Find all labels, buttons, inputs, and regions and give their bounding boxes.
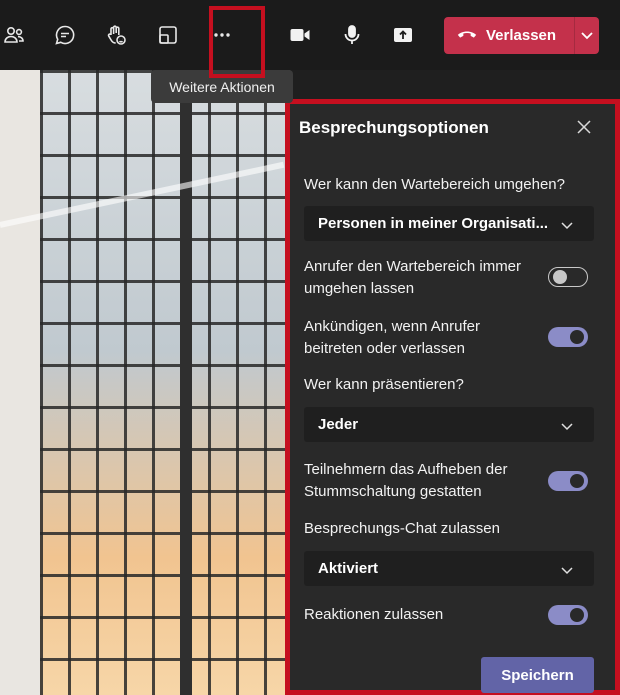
callers-bypass-line2: umgehen lassen: [304, 280, 415, 297]
meeting-toolbar: Verlassen: [0, 0, 620, 70]
lobby-bypass-label: Wer kann den Wartebereich umgehen?: [304, 176, 565, 193]
save-button[interactable]: Speichern: [481, 657, 594, 693]
chevron-down-icon: [560, 418, 574, 435]
chat-value: Aktiviert: [318, 560, 379, 577]
share-icon[interactable]: [386, 18, 420, 52]
announce-line2: beitreten oder verlassen: [304, 340, 465, 357]
toggle-knob: [570, 474, 584, 488]
chat-dropdown[interactable]: Aktiviert: [304, 551, 594, 586]
reactions-label: Reaktionen zulassen: [304, 606, 444, 623]
chat-label: Besprechungs-Chat zulassen: [304, 520, 500, 537]
chevron-down-icon: [560, 562, 574, 579]
unmute-toggle[interactable]: [548, 471, 588, 491]
more-actions-highlight: [209, 6, 265, 78]
microphone-icon[interactable]: [335, 18, 369, 52]
hang-up-icon: [456, 27, 478, 45]
meeting-options-panel: Besprechungsoptionen Wer kann den Warteb…: [285, 99, 620, 695]
camera-icon[interactable]: [283, 18, 317, 52]
callers-bypass-toggle[interactable]: [548, 267, 588, 287]
unmute-line2: Stummschaltung gestatten: [304, 483, 482, 500]
toggle-knob: [570, 608, 584, 622]
video-background: [0, 70, 290, 695]
lobby-bypass-dropdown[interactable]: Personen in meiner Organisati...: [304, 206, 594, 241]
panel-title: Besprechungsoptionen: [299, 118, 489, 137]
lobby-bypass-value: Personen in meiner Organisati...: [318, 215, 549, 232]
window-grid: [40, 70, 290, 695]
chevron-down-icon: [560, 217, 574, 234]
leave-main-button[interactable]: Verlassen: [444, 17, 574, 54]
participants-icon[interactable]: [0, 18, 31, 52]
unmute-line1: Teilnehmern das Aufheben der: [304, 461, 508, 478]
rooms-icon[interactable]: [151, 18, 185, 52]
unmute-label: Teilnehmern das Aufheben der Stummschalt…: [304, 459, 507, 503]
present-label: Wer kann präsentieren?: [304, 376, 464, 393]
raise-hand-icon[interactable]: [99, 18, 133, 52]
leave-button[interactable]: Verlassen: [444, 17, 599, 54]
chevron-down-icon: [580, 27, 594, 45]
announce-toggle[interactable]: [548, 327, 588, 347]
leave-options-button[interactable]: [575, 27, 599, 45]
close-icon[interactable]: [573, 116, 595, 138]
window-mullion: [180, 70, 192, 695]
callers-bypass-label: Anrufer den Wartebereich immer umgehen l…: [304, 256, 521, 300]
leave-label: Verlassen: [486, 27, 557, 44]
toggle-knob: [553, 270, 567, 284]
toggle-knob: [570, 330, 584, 344]
wall-pillar: [0, 70, 42, 695]
chat-icon[interactable]: [48, 18, 82, 52]
present-dropdown[interactable]: Jeder: [304, 407, 594, 442]
callers-bypass-line1: Anrufer den Wartebereich immer: [304, 258, 522, 275]
announce-label: Ankündigen, wenn Anrufer beitreten oder …: [304, 316, 480, 360]
announce-line1: Ankündigen, wenn Anrufer: [304, 318, 480, 335]
reactions-toggle[interactable]: [548, 605, 588, 625]
present-value: Jeder: [318, 416, 359, 433]
